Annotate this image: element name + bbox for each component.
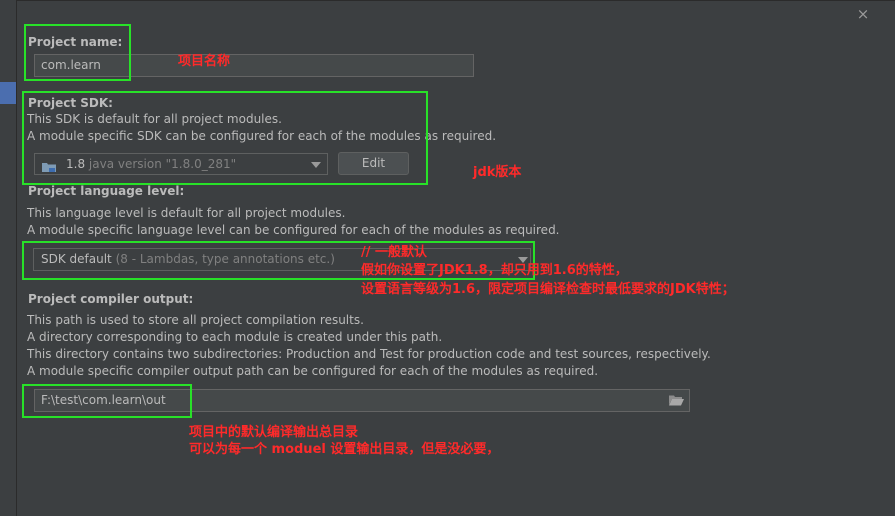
language-level-desc-1: This language level is default for all p… bbox=[27, 206, 346, 220]
left-panel-selection[interactable] bbox=[0, 82, 16, 104]
compiler-output-input[interactable]: F:\test\com.learn\out bbox=[34, 389, 690, 412]
language-level-label: Project language level: bbox=[28, 184, 185, 198]
annotation-level-3: 设置语言等级为1.6，限定项目编译检查时最低要求的JDK特性； bbox=[361, 282, 735, 297]
edit-sdk-button[interactable]: Edit bbox=[338, 152, 409, 175]
compiler-output-label: Project compiler output: bbox=[28, 292, 194, 306]
annotation-project-name: 项目名称 bbox=[178, 54, 231, 69]
dialog-top-border bbox=[16, 0, 895, 1]
folder-open-icon[interactable] bbox=[669, 395, 684, 406]
close-icon[interactable]: × bbox=[855, 6, 871, 22]
project-sdk-desc-2: A module specific SDK can be configured … bbox=[27, 129, 497, 143]
project-name-label: Project name: bbox=[28, 35, 123, 49]
compiler-output-desc-4: A module specific compiler output path c… bbox=[27, 364, 599, 378]
sdk-version: 1.8 bbox=[66, 157, 86, 171]
project-name-input[interactable]: com.learn bbox=[34, 54, 474, 77]
project-sdk-label: Project SDK: bbox=[28, 96, 113, 110]
annotation-jdk: jdk版本 bbox=[473, 165, 522, 180]
project-sdk-select[interactable]: 1.8 java version "1.8.0_281" bbox=[34, 153, 328, 175]
annotation-output-2: 可以为每一个 moduel 设置输出目录，但是没必要， bbox=[189, 442, 500, 457]
sdk-version-detail: java version "1.8.0_281" bbox=[88, 157, 237, 171]
annotation-level-2: 假如你设置了JDK1.8，却只用到1.6的特性， bbox=[361, 263, 628, 278]
annotation-level-1: // 一般默认 bbox=[361, 245, 428, 260]
left-panel-strip bbox=[0, 0, 17, 516]
language-level-desc-2: A module specific language level can be … bbox=[27, 223, 560, 237]
annotation-output-1: 项目中的默认编译输出总目录 bbox=[189, 425, 359, 440]
compiler-output-desc-2: A directory corresponding to each module… bbox=[27, 330, 443, 344]
compiler-output-desc-1: This path is used to store all project c… bbox=[27, 313, 364, 327]
project-sdk-desc-1: This SDK is default for all project modu… bbox=[27, 112, 282, 126]
chevron-down-icon bbox=[311, 162, 321, 168]
folder-icon bbox=[42, 159, 56, 172]
compiler-output-desc-3: This directory contains two subdirectori… bbox=[27, 347, 711, 361]
language-level-value: SDK default bbox=[41, 252, 112, 266]
language-level-value-detail: (8 - Lambdas, type annotations etc.) bbox=[115, 252, 335, 266]
